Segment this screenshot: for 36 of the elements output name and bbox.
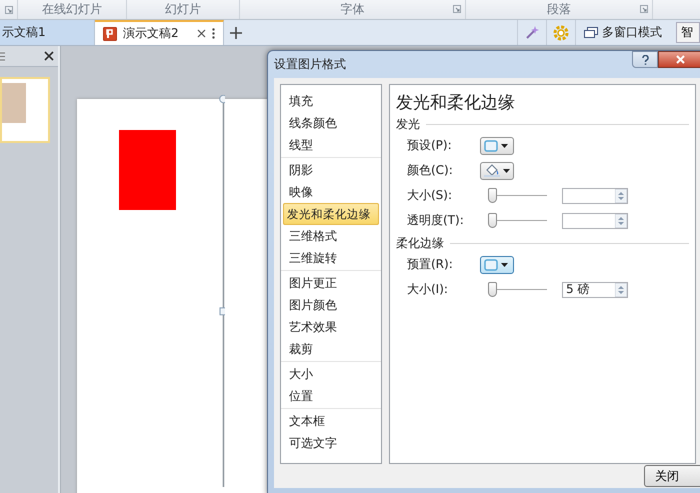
category-item[interactable]: 艺术效果 — [283, 316, 379, 338]
smart-button[interactable]: 智 — [676, 22, 700, 43]
category-item[interactable]: 线条颜色 — [283, 112, 379, 134]
category-item[interactable]: 三维格式 — [283, 225, 379, 247]
ribbon-group-label: 在线幻灯片 — [42, 1, 102, 18]
field-label: 颜色(C): — [407, 162, 454, 179]
field-label: 预置(R): — [407, 256, 454, 273]
category-item[interactable]: 发光和柔化边缘 — [283, 203, 379, 225]
multi-window-button[interactable]: 多窗口模式 — [575, 20, 670, 45]
category-item[interactable]: 可选文字 — [283, 432, 379, 454]
section-title: 发光 — [396, 116, 420, 133]
category-item[interactable]: 裁剪 — [283, 338, 379, 360]
section-title: 柔化边缘 — [396, 235, 444, 252]
category-item[interactable]: 文本框 — [283, 410, 379, 432]
category-item[interactable]: 位置 — [283, 385, 379, 407]
category-item[interactable]: 大小 — [283, 363, 379, 385]
category-item[interactable]: 线型 — [283, 134, 379, 156]
dialog-title: 设置图片格式 — [274, 56, 346, 73]
field-label: 预设(P): — [407, 137, 453, 154]
pane-heading: 发光和柔化边缘 — [396, 92, 516, 114]
ribbon-group-label: 幻灯片 — [165, 1, 201, 18]
category-item[interactable]: 映像 — [283, 181, 379, 203]
category-item[interactable]: 阴影 — [283, 159, 379, 181]
category-item[interactable]: 填充 — [283, 90, 379, 112]
document-tab[interactable]: 演示文稿2 — [95, 20, 224, 45]
field-label: 大小(I): — [407, 281, 449, 298]
ribbon-group-label: 字体 — [340, 1, 364, 18]
field-label: 大小(S): — [407, 187, 454, 204]
category-item[interactable]: 图片颜色 — [283, 294, 379, 316]
close-dialog-button[interactable]: 关闭 — [644, 465, 700, 487]
document-tab[interactable]: 示文稿1 — [0, 20, 95, 45]
category-item[interactable]: 图片更正 — [283, 272, 379, 294]
category-item[interactable]: 三维旋转 — [283, 247, 379, 269]
ribbon-group-label: 段落 — [547, 1, 571, 18]
number-field[interactable]: 5 磅 — [562, 282, 628, 298]
field-label: 透明度(T): — [407, 212, 465, 229]
